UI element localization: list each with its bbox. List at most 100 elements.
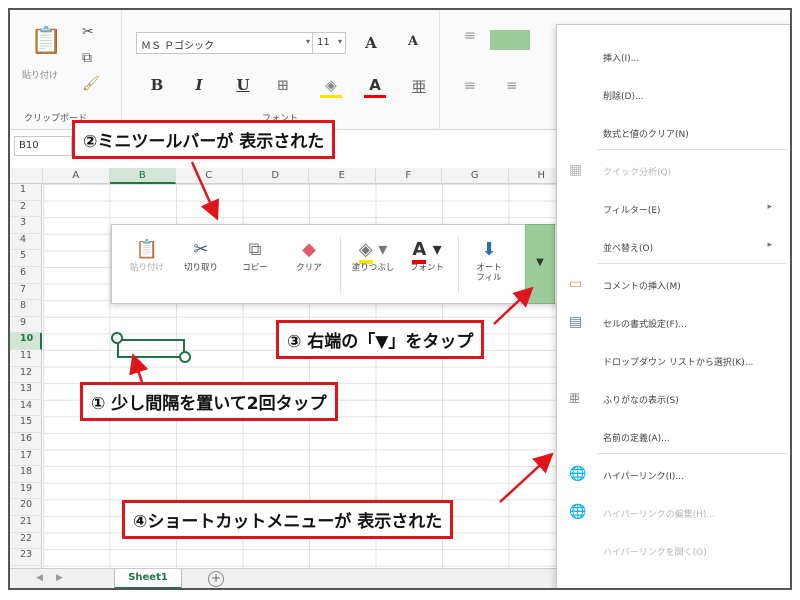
menu-item-show-phonetic[interactable]: 亜 ふりがなの表示(S) bbox=[557, 387, 790, 411]
mini-clear-button[interactable]: ◆ クリア bbox=[282, 231, 336, 299]
grow-font-button[interactable]: A bbox=[360, 34, 382, 56]
menu-item-dropdown-list[interactable]: ドロップダウン リストから選択(K)... bbox=[557, 349, 790, 373]
row-header[interactable]: 11 bbox=[10, 350, 42, 367]
mini-cut-button[interactable]: ✂ 切り取り bbox=[174, 231, 228, 299]
clipboard-group: 📋 貼り付け ✂ ⧉ 🖌 クリップボード bbox=[10, 10, 122, 130]
row-header[interactable]: 3 bbox=[10, 217, 42, 234]
selected-cell[interactable] bbox=[117, 339, 185, 358]
row-header[interactable]: 14 bbox=[10, 400, 42, 417]
name-box[interactable]: B10 bbox=[14, 136, 72, 156]
menu-item-delete[interactable]: 削除(D)... bbox=[557, 83, 790, 107]
mini-toolbar-more-button[interactable]: ▼ bbox=[525, 224, 555, 304]
tab-scroll-right-icon[interactable]: ▶ bbox=[56, 573, 63, 583]
menu-item-insert[interactable]: 挿入(I)... bbox=[557, 45, 790, 69]
row-header[interactable]: 4 bbox=[10, 234, 42, 251]
align-top-icon[interactable]: ≡ bbox=[464, 28, 476, 44]
menu-item-label: フィルター(E) bbox=[603, 206, 661, 216]
selection-handle[interactable] bbox=[179, 351, 191, 363]
border-icon[interactable]: ⊞ bbox=[272, 76, 294, 98]
column-header[interactable]: D bbox=[243, 168, 309, 184]
row-header[interactable]: 9 bbox=[10, 317, 42, 334]
menu-item-sort[interactable]: 並べ替え(O) ▸ bbox=[557, 235, 790, 259]
mini-font-button[interactable]: A ▾ フォント bbox=[400, 231, 454, 299]
menu-item-clear-contents[interactable]: 数式と値のクリア(N) bbox=[557, 121, 790, 145]
chevron-down-icon: ▾ bbox=[305, 37, 310, 46]
tab-scroll-left-icon[interactable]: ◀ bbox=[36, 573, 43, 583]
row-header[interactable]: 13 bbox=[10, 383, 42, 400]
column-header[interactable]: G bbox=[442, 168, 509, 184]
phonetic-icon[interactable]: 亜 bbox=[408, 76, 430, 98]
menu-item-open-hyperlink[interactable]: ハイパーリンクを開く(O) bbox=[557, 539, 790, 563]
menu-item-hyperlink[interactable]: 🌐 ハイパーリンク(I)... bbox=[557, 463, 790, 487]
mini-font-label: フォント bbox=[409, 263, 444, 273]
row-header[interactable]: 21 bbox=[10, 516, 42, 533]
mini-copy-button[interactable]: ⧉ コピー bbox=[228, 231, 282, 299]
font-color-button[interactable]: A bbox=[364, 76, 386, 98]
fill-color-icon[interactable]: ◈ bbox=[320, 76, 342, 98]
fill-bucket-icon: ◈ ▾ bbox=[346, 239, 400, 264]
column-header[interactable]: E bbox=[309, 168, 376, 184]
menu-item-edit-hyperlink[interactable]: 🌐 ハイパーリンクの編集(H)... bbox=[557, 501, 790, 525]
underline-button[interactable]: U bbox=[232, 76, 254, 98]
row-header[interactable]: 2 bbox=[10, 201, 42, 218]
comment-icon: ▭ bbox=[569, 276, 583, 292]
format-painter-icon[interactable]: 🖌 bbox=[82, 76, 100, 92]
mini-clear-label: クリア bbox=[296, 263, 322, 273]
mini-autofill-label: オートフィル bbox=[476, 263, 502, 283]
copy-icon[interactable]: ⧉ bbox=[82, 50, 92, 66]
font-name-combo[interactable]: ＭＳ Ｐゴシック ▾ bbox=[136, 32, 314, 54]
context-menu: 挿入(I)... 削除(D)... 数式と値のクリア(N) ▦ クイック分析(Q… bbox=[556, 24, 790, 588]
shrink-font-button[interactable]: A bbox=[402, 34, 424, 56]
menu-item-label: クイック分析(Q) bbox=[603, 168, 672, 178]
menu-item-filter[interactable]: フィルター(E) ▸ bbox=[557, 197, 790, 221]
row-header[interactable]: 7 bbox=[10, 284, 42, 301]
bold-button[interactable]: B bbox=[146, 76, 168, 98]
menu-item-define-name[interactable]: 名前の定義(A)... bbox=[557, 425, 790, 449]
menu-separator bbox=[597, 263, 787, 264]
row-header[interactable]: 8 bbox=[10, 300, 42, 317]
row-header[interactable]: 18 bbox=[10, 466, 42, 483]
menu-item-quick-analysis[interactable]: ▦ クイック分析(Q) bbox=[557, 159, 790, 183]
column-header[interactable]: C bbox=[176, 168, 243, 184]
add-sheet-button[interactable]: + bbox=[208, 571, 224, 587]
font-size-value: 11 bbox=[317, 37, 330, 48]
column-header[interactable]: F bbox=[376, 168, 442, 184]
font-name-value: ＭＳ Ｐゴシック bbox=[141, 41, 215, 52]
row-header[interactable]: 12 bbox=[10, 367, 42, 384]
mini-autofill-button[interactable]: ⬇ オートフィル bbox=[462, 231, 516, 299]
row-header[interactable]: 5 bbox=[10, 250, 42, 267]
menu-item-label: ドロップダウン リストから選択(K)... bbox=[603, 358, 754, 368]
font-size-combo[interactable]: 11 ▾ bbox=[312, 32, 346, 54]
row-header[interactable]: 20 bbox=[10, 499, 42, 516]
row-header[interactable]: 19 bbox=[10, 483, 42, 500]
row-header[interactable]: 16 bbox=[10, 433, 42, 450]
column-header[interactable]: A bbox=[43, 168, 110, 184]
paste-icon[interactable]: 📋 bbox=[30, 26, 62, 56]
paste-label[interactable]: 貼り付け bbox=[22, 68, 58, 81]
font-color-icon: A ▾ bbox=[400, 239, 454, 264]
row-header[interactable]: 23 bbox=[10, 549, 42, 566]
align-center-icon[interactable]: ≡ bbox=[506, 78, 518, 94]
align-middle-icon[interactable] bbox=[490, 30, 530, 50]
mini-paste-button[interactable]: 📋 貼り付け bbox=[120, 231, 174, 299]
selection-handle[interactable] bbox=[111, 332, 123, 344]
align-left-icon[interactable]: ≡ bbox=[464, 78, 476, 94]
excel-window: 📋 貼り付け ✂ ⧉ 🖌 クリップボード ＭＳ Ｐゴシック ▾ 11 ▾ A A… bbox=[8, 8, 792, 590]
row-header[interactable]: 10 bbox=[10, 333, 42, 350]
italic-button[interactable]: I bbox=[188, 76, 210, 98]
tab-sheet1[interactable]: Sheet1 bbox=[114, 569, 182, 588]
mini-fill-button[interactable]: ◈ ▾ 塗りつぶし bbox=[346, 231, 400, 299]
row-header[interactable]: 22 bbox=[10, 533, 42, 550]
row-header[interactable]: 6 bbox=[10, 267, 42, 284]
column-header[interactable]: B bbox=[109, 168, 176, 184]
cut-icon[interactable]: ✂ bbox=[82, 24, 94, 40]
row-header[interactable]: 1 bbox=[10, 184, 42, 201]
menu-item-insert-comment[interactable]: ▭ コメントの挿入(M) bbox=[557, 273, 790, 297]
menu-item-format-cells[interactable]: ▤ セルの書式設定(F)... bbox=[557, 311, 790, 335]
select-all-corner[interactable] bbox=[10, 168, 43, 184]
row-header[interactable]: 15 bbox=[10, 416, 42, 433]
callout-step2: ②ミニツールバーが 表示された bbox=[72, 120, 336, 159]
row-header[interactable]: 17 bbox=[10, 450, 42, 467]
autofill-icon: ⬇ bbox=[481, 239, 497, 260]
copy-icon: ⧉ bbox=[248, 239, 262, 260]
